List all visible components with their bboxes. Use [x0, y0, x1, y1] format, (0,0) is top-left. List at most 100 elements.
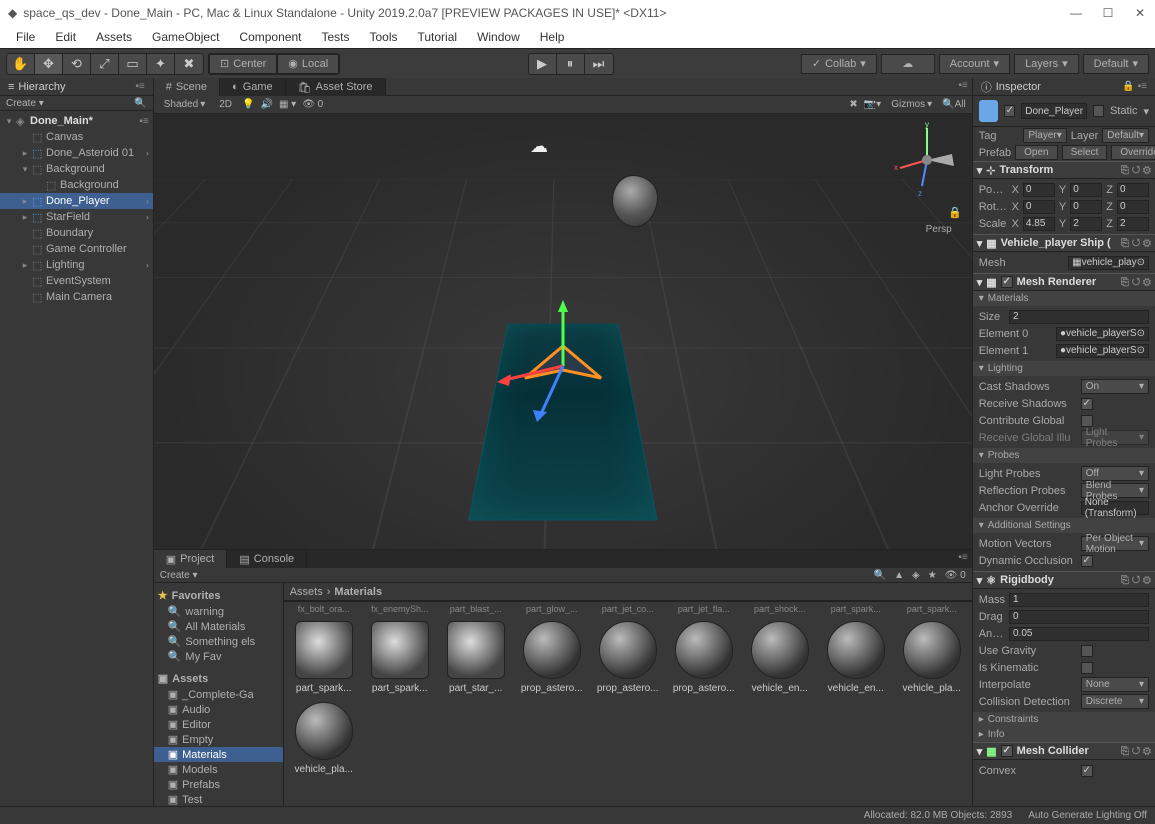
expand-toggle[interactable]: ▾	[4, 116, 14, 127]
rot-x-field[interactable]	[1023, 200, 1055, 214]
anchor-override-field[interactable]: None (Transform)	[1081, 501, 1149, 515]
asset-item[interactable]: prop_astero...	[518, 621, 586, 694]
asset-item[interactable]: part_spark...	[366, 621, 434, 694]
scale-tool-button[interactable]: ⤢	[91, 54, 119, 74]
search-input[interactable]: 🔍	[874, 570, 886, 581]
active-checkbox[interactable]	[1004, 105, 1015, 117]
asset-item[interactable]: vehicle_pla...	[290, 702, 358, 775]
menu-tools[interactable]: Tools	[359, 30, 407, 44]
scl-x-field[interactable]	[1023, 217, 1055, 231]
hierarchy-item[interactable]: ⬚Boundary	[0, 225, 153, 241]
asset-item[interactable]: part_spark...	[290, 621, 358, 694]
menu-tests[interactable]: Tests	[311, 30, 359, 44]
component-menu-icon[interactable]: ⎘ ↺ ⚙	[1121, 238, 1151, 249]
is-kinematic-checkbox[interactable]	[1081, 662, 1093, 674]
chevron-right-icon[interactable]: ›	[146, 212, 149, 222]
asset-name-truncated[interactable]: part_blast_...	[438, 604, 514, 614]
orientation-gizmo[interactable]: y x z	[892, 120, 962, 200]
pivot-local-button[interactable]: ◉Local	[277, 54, 339, 74]
prefab-select-button[interactable]: Select	[1062, 145, 1108, 160]
step-button[interactable]: ⏭	[585, 54, 613, 74]
component-menu-icon[interactable]: ⎘ ↺ ⚙	[1121, 277, 1151, 288]
asset-name-truncated[interactable]: part_jet_fla...	[666, 604, 742, 614]
chevron-right-icon[interactable]: ›	[146, 260, 149, 270]
asset-item[interactable]: vehicle_en...	[746, 621, 814, 694]
menu-tutorial[interactable]: Tutorial	[407, 30, 467, 44]
meshcollider-component-header[interactable]: ▾ ▦ Mesh Collider⎘ ↺ ⚙	[973, 742, 1155, 760]
scl-y-field[interactable]	[1070, 217, 1102, 231]
console-tab[interactable]: ▤Console	[227, 550, 307, 568]
folder-item[interactable]: ▣Editor	[154, 717, 283, 732]
asset-name-truncated[interactable]: fx_bolt_ora...	[286, 604, 362, 614]
camera-icon[interactable]: 📷▾	[864, 99, 881, 110]
chevron-down-icon[interactable]: ▾	[1143, 105, 1149, 118]
asset-store-tab[interactable]: 🛍Asset Store	[286, 78, 386, 96]
move-tool-button[interactable]: ✥	[35, 54, 63, 74]
element1-field[interactable]: ● vehicle_playerS ⊙	[1056, 344, 1149, 358]
dynamic-occlusion-checkbox[interactable]	[1081, 555, 1093, 567]
custom-tool-button[interactable]: ✖	[175, 54, 203, 74]
lock-icon[interactable]: 🔒 ▪≡	[1122, 81, 1147, 92]
rect-tool-button[interactable]: ▭	[119, 54, 147, 74]
hierarchy-item[interactable]: ▸⬚Done_Asteroid 01›	[0, 145, 153, 161]
layer-dropdown[interactable]: Default▾	[1102, 128, 1149, 143]
mode-2d-toggle[interactable]: 2D	[215, 99, 236, 110]
rigidbody-component-header[interactable]: ▾ ⚛ Rigidbody⎘ ↺ ⚙	[973, 571, 1155, 589]
folder-item[interactable]: ▣Materials	[154, 747, 283, 762]
lighting-section[interactable]: ▾ Lighting	[973, 361, 1155, 376]
mesh-field[interactable]: ▦ vehicle_play ⊙	[1068, 256, 1149, 270]
rotate-tool-button[interactable]: ⟲	[63, 54, 91, 74]
additional-section[interactable]: ▾ Additional Settings	[973, 518, 1155, 533]
scene-view[interactable]: y x z ☁ Persp 🔒	[154, 114, 972, 549]
prefab-open-button[interactable]: Open	[1015, 145, 1057, 160]
hierarchy-item[interactable]: ⬚Main Camera	[0, 289, 153, 305]
account-dropdown[interactable]: Account▾	[939, 54, 1010, 74]
project-tab[interactable]: ▣Project	[154, 550, 228, 568]
hierarchy-tab[interactable]: ≡ Hierarchy ▪≡	[0, 78, 153, 96]
search-input[interactable]: 🔍	[134, 98, 146, 109]
asset-name-truncated[interactable]: part_glow_...	[514, 604, 590, 614]
drag-field[interactable]	[1009, 610, 1149, 624]
hierarchy-item[interactable]: ▸⬚Lighting›	[0, 257, 153, 273]
create-dropdown[interactable]: Create ▾	[160, 570, 198, 581]
hand-tool-button[interactable]: ✋	[7, 54, 35, 74]
transform-component-header[interactable]: ▾ ⊹ Transform⎘ ↺ ⚙	[973, 161, 1155, 179]
meshrenderer-component-header[interactable]: ▾ ▦ Mesh Renderer⎘ ↺ ⚙	[973, 273, 1155, 291]
component-menu-icon[interactable]: ⎘ ↺ ⚙	[1121, 746, 1151, 757]
pos-z-field[interactable]	[1117, 183, 1149, 197]
transform-tool-button[interactable]: ✦	[147, 54, 175, 74]
create-dropdown[interactable]: Create ▾	[6, 98, 44, 109]
hierarchy-item[interactable]: ▾⬚Background	[0, 161, 153, 177]
fav-icon[interactable]: ★	[928, 570, 937, 581]
materials-size-field[interactable]	[1009, 310, 1149, 324]
hierarchy-item[interactable]: ⬚EventSystem	[0, 273, 153, 289]
light-icon[interactable]: 💡	[242, 99, 254, 110]
hidden-count-icon[interactable]: 👁 0	[302, 99, 323, 110]
filter-icon[interactable]: ▲	[894, 570, 904, 581]
lock-icon[interactable]: 🔒	[948, 206, 962, 219]
use-gravity-checkbox[interactable]	[1081, 645, 1093, 657]
menu-assets[interactable]: Assets	[86, 30, 142, 44]
folder-item[interactable]: ▣Prefabs	[154, 777, 283, 792]
panel-menu-icon[interactable]: ▪≡	[954, 78, 971, 95]
minimize-button[interactable]: —	[1069, 6, 1083, 20]
player-ship-gizmo[interactable]	[493, 296, 633, 436]
asset-name-truncated[interactable]: part_spark...	[818, 604, 894, 614]
rot-z-field[interactable]	[1117, 200, 1149, 214]
scene-row[interactable]: ▾ ◈ Done_Main* ▪≡	[0, 113, 153, 129]
menu-help[interactable]: Help	[530, 30, 575, 44]
asset-item[interactable]: vehicle_pla...	[898, 621, 966, 694]
materials-section[interactable]: ▾ Materials	[973, 291, 1155, 306]
folder-item[interactable]: ▣Empty	[154, 732, 283, 747]
expand-toggle[interactable]: ▸	[20, 196, 30, 207]
prefab-overrides-button[interactable]: Overrides ▾	[1111, 145, 1155, 160]
favorite-item[interactable]: 🔍warning	[154, 604, 283, 619]
component-enable-checkbox[interactable]	[1001, 745, 1013, 757]
receive-shadows-checkbox[interactable]	[1081, 398, 1093, 410]
hierarchy-item[interactable]: ⬚Game Controller	[0, 241, 153, 257]
hierarchy-item[interactable]: ⬚Background	[0, 177, 153, 193]
inspector-tab[interactable]: ⓘ Inspector 🔒 ▪≡	[973, 78, 1155, 96]
object-name-field[interactable]: Done_Player	[1021, 103, 1087, 119]
pause-button[interactable]: ⏸	[557, 54, 585, 74]
close-button[interactable]: ✕	[1133, 6, 1147, 20]
